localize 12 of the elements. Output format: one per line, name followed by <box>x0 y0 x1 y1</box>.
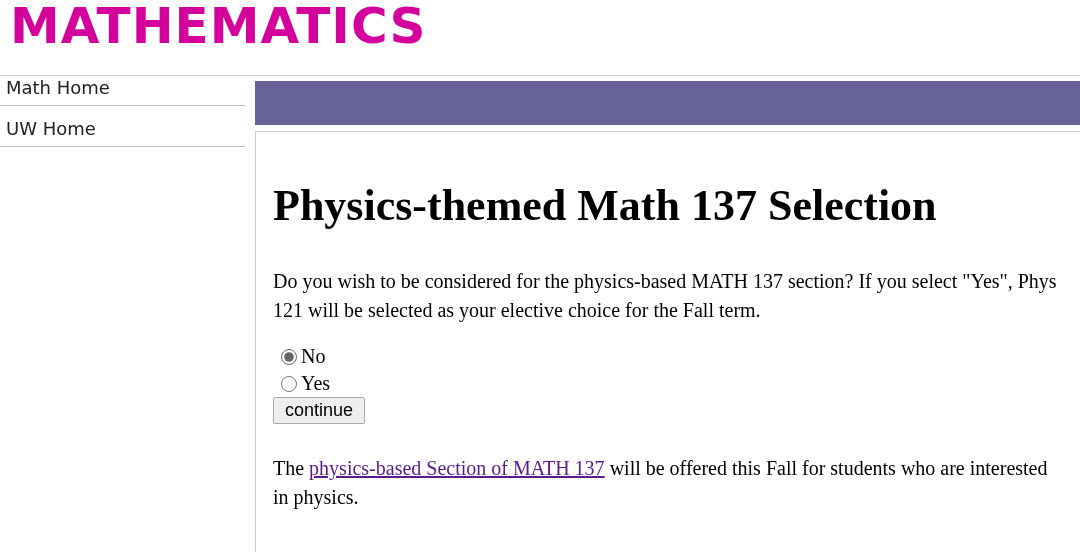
radio-button[interactable] <box>281 375 297 392</box>
option-label: No <box>301 345 326 368</box>
section-link[interactable]: physics-based Section of MATH 137 <box>309 457 605 479</box>
question-text: Do you wish to be considered for the physics-based MATH 137 section? If you select "Yes", Phys 121 will be selected as your elective choice for the Fall term. <box>273 269 1058 324</box>
sidebar-link[interactable]: Math Home <box>0 76 245 106</box>
radio-button[interactable] <box>281 348 297 365</box>
site-logo: MATHEMATICS <box>10 0 427 52</box>
sidebar-link[interactable]: UW Home <box>0 117 245 147</box>
continue-button[interactable]: continue <box>273 397 366 424</box>
page-heading: Physics-themed Math 137 Selection <box>273 180 938 232</box>
note-text: The physics-based Section of MATH 137 will be offered this Fall for students who are interested in physics. <box>273 456 1049 511</box>
option-label: Yes <box>301 372 331 395</box>
